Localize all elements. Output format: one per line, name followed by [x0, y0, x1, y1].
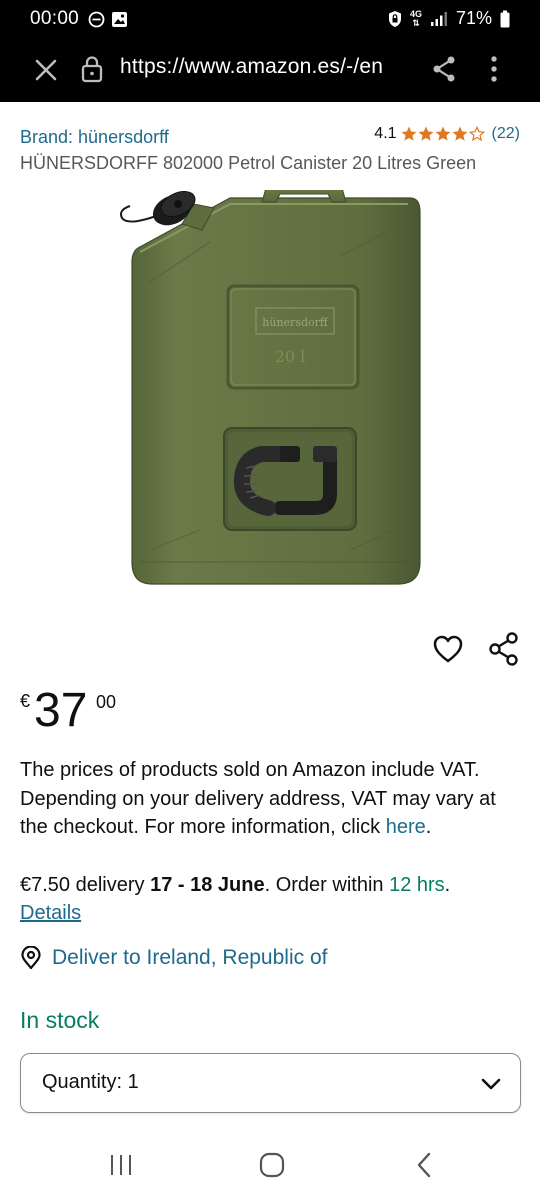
status-time: 00:00: [30, 8, 80, 29]
deliver-to-location[interactable]: Deliver to Ireland, Republic of: [20, 946, 327, 970]
product-title: HÜNERSDORFF 802000 Petrol Canister 20 Li…: [20, 153, 477, 173]
chevron-down-icon: [481, 1078, 501, 1090]
star-empty-icon: [468, 126, 485, 142]
quantity-select[interactable]: Quantity: 1: [20, 1053, 521, 1113]
star-icon: [435, 126, 451, 141]
order-countdown: 12 hrs: [389, 874, 445, 896]
details-link[interactable]: Details: [20, 902, 81, 925]
rating-value: 4.1: [374, 125, 397, 142]
back-icon[interactable]: [414, 1152, 434, 1178]
share-icon[interactable]: [488, 632, 520, 666]
star-icon: [452, 126, 468, 141]
embossed-volume: 20 l: [275, 347, 306, 366]
status-left-icons: [88, 11, 128, 28]
star-icon: [418, 126, 434, 141]
quantity-label: Quantity: 1: [42, 1071, 139, 1093]
battery-percent: 71%: [455, 8, 492, 28]
lock-badge-icon: [388, 10, 401, 27]
url-text[interactable]: https://www.amazon.es/-/en: [120, 55, 383, 79]
close-icon[interactable]: [32, 56, 60, 84]
delivery-info: €7.50 delivery 17 - 18 June. Order withi…: [20, 874, 451, 896]
price-currency: €: [20, 691, 31, 711]
price-fraction: 00: [96, 692, 117, 712]
do-not-disturb-icon: [88, 11, 105, 28]
rating[interactable]: 4.1 (22): [374, 125, 520, 143]
browser-url-bar: https://www.amazon.es/-/en: [0, 38, 540, 102]
deliver-to-label[interactable]: Deliver to Ireland, Republic of: [52, 946, 327, 970]
gallery-icon: [112, 12, 127, 27]
status-right-icons: 4G ⇅ 71%: [388, 8, 510, 29]
rating-count[interactable]: (22): [492, 125, 520, 143]
embossed-brand: hünersdorff: [262, 316, 329, 329]
star-icon: [401, 126, 417, 141]
status-bar: 00:00 4G ⇅ 71%: [0, 0, 540, 38]
lock-icon[interactable]: [80, 55, 104, 83]
signal-icon: [430, 11, 447, 26]
star-rating: [401, 126, 485, 142]
product-image[interactable]: hünersdorff 20 l: [110, 190, 440, 590]
battery-icon: [500, 10, 510, 27]
location-pin-icon: [21, 946, 41, 970]
recent-apps-icon[interactable]: [108, 1153, 134, 1177]
system-nav-bar: [0, 1130, 540, 1200]
share-icon[interactable]: [431, 55, 457, 83]
home-icon[interactable]: [259, 1152, 285, 1178]
brand-link[interactable]: Brand: hünersdorff: [20, 127, 169, 148]
price-whole: 37: [34, 684, 88, 737]
heart-icon[interactable]: [432, 633, 464, 665]
availability-status: In stock: [20, 1007, 100, 1033]
delivery-dates: 17 - 18 June: [150, 874, 265, 896]
more-options-icon[interactable]: [484, 54, 504, 84]
network-type: 4G ⇅: [409, 8, 422, 28]
vat-info-link[interactable]: here: [386, 816, 426, 838]
vat-notice: The prices of products sold on Amazon in…: [20, 759, 496, 838]
